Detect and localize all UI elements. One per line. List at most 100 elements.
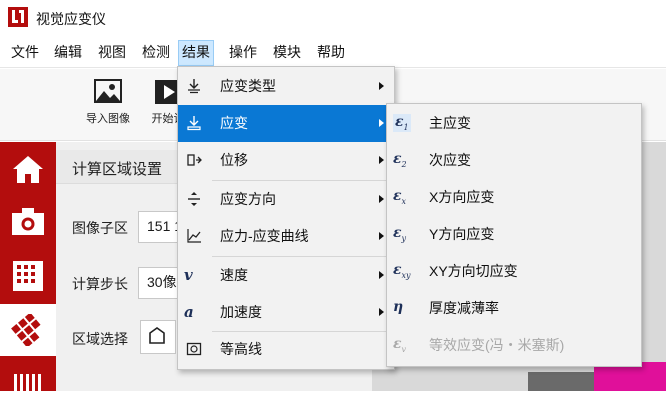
submenu-arrow-icon (379, 308, 384, 316)
grid-icon (13, 261, 43, 291)
mesh-icon (11, 314, 41, 346)
menu-operate[interactable]: 操作 (227, 40, 259, 64)
submenu-item-y-strain[interactable]: εy Y方向应变 (387, 216, 639, 253)
epsilon-2-icon: ε2 (393, 151, 407, 169)
sidebar-item-camera[interactable] (0, 196, 56, 248)
eta-symbol: η (393, 299, 404, 315)
region-polygon-button[interactable] (140, 320, 176, 354)
menu-detect[interactable]: 检测 (140, 40, 172, 64)
app-logo-icon (8, 7, 28, 27)
strain-type-icon (188, 79, 200, 94)
epsilon-symbol: ε (393, 262, 402, 278)
submenu-arrow-icon (379, 195, 384, 203)
image-import-icon (94, 79, 122, 103)
strain-icon (187, 116, 201, 131)
import-image-button[interactable]: 导入图像 (80, 75, 136, 137)
submenu-item-y-strain-label: Y方向应变 (429, 226, 495, 242)
stress-strain-curve-icon (187, 229, 201, 243)
subset-size-label: 图像子区 (72, 220, 128, 236)
epsilon-symbol: ε (395, 114, 404, 130)
canvas-image-region (528, 372, 594, 391)
epsilon-x-icon: εx (393, 188, 406, 206)
polygon-icon (149, 327, 165, 344)
menu-file[interactable]: 文件 (9, 40, 41, 64)
submenu-item-von-mises-strain: εv 等效应变(冯・米塞斯) (387, 327, 639, 364)
submenu-item-xy-shear-strain-label: XY方向切应变 (429, 263, 518, 279)
submenu-item-minor-strain[interactable]: ε2 次应变 (387, 142, 639, 179)
menu-item-strain-direction[interactable]: 应变方向 (178, 181, 392, 218)
menu-item-contour-label: 等高线 (220, 341, 262, 357)
home-icon (13, 156, 43, 183)
submenu-item-thinning-rate-label: 厚度减薄率 (429, 300, 499, 316)
strain-direction-icon (188, 192, 200, 206)
camera-icon (12, 208, 44, 235)
submenu-item-thinning-rate[interactable]: η 厚度减薄率 (387, 290, 639, 327)
menu-help[interactable]: 帮助 (315, 40, 347, 64)
submenu-item-x-strain-label: X方向应变 (429, 189, 495, 205)
submenu-item-major-strain[interactable]: ε1 主应变 (387, 105, 639, 142)
submenu-arrow-icon (379, 271, 384, 279)
menu-item-contour[interactable]: 等高线 (178, 331, 392, 368)
sidebar-item-bars[interactable] (0, 358, 56, 410)
epsilon-symbol: ε (393, 225, 402, 241)
region-select-label: 区域选择 (72, 331, 128, 347)
bars-icon (14, 374, 41, 398)
import-image-label: 导入图像 (86, 113, 130, 125)
menu-item-strain-type[interactable]: 应变类型 (178, 68, 392, 105)
submenu-item-xy-shear-strain[interactable]: εxy XY方向切应变 (387, 253, 639, 290)
title-bar: 视觉应变仪 (0, 0, 666, 36)
submenu-item-minor-strain-label: 次应变 (429, 152, 471, 168)
submenu-item-x-strain[interactable]: εx X方向应变 (387, 179, 639, 216)
menu-item-displacement[interactable]: 位移 (178, 142, 392, 179)
epsilon-symbol: ε (393, 188, 402, 204)
sidebar-item-mesh[interactable] (0, 304, 56, 356)
sidebar (0, 142, 56, 398)
strain-submenu: ε1 主应变 ε2 次应变 εx X方向应变 εy Y方向应变 εxy XY方向… (386, 103, 642, 367)
sidebar-item-home[interactable] (0, 144, 56, 196)
submenu-arrow-icon (379, 232, 384, 240)
menu-item-stress-strain-curve[interactable]: 应力-应变曲线 (178, 218, 392, 255)
menu-item-stress-strain-curve-label: 应力-应变曲线 (220, 228, 309, 244)
menu-item-strain-type-label: 应变类型 (220, 78, 276, 94)
panel-title: 计算区域设置 (72, 161, 163, 178)
menu-item-displacement-label: 位移 (220, 152, 248, 168)
epsilon-subscript: 2 (401, 159, 407, 169)
menu-item-acceleration-label: 加速度 (220, 304, 262, 320)
epsilon-v-icon: εv (393, 336, 406, 354)
sidebar-item-grid[interactable] (0, 250, 56, 302)
epsilon-xy-icon: εxy (393, 262, 411, 280)
menu-modules[interactable]: 模块 (271, 40, 303, 64)
epsilon-subscript: xy (401, 270, 411, 280)
menu-item-strain[interactable]: 应变 (178, 105, 392, 142)
step-size-label: 计算步长 (72, 276, 128, 292)
epsilon-symbol: ε (393, 336, 402, 352)
epsilon-y-icon: εy (393, 225, 406, 243)
velocity-icon: v (184, 266, 193, 284)
submenu-item-major-strain-label: 主应变 (429, 115, 471, 131)
contour-icon (186, 342, 202, 356)
menu-edit[interactable]: 编辑 (52, 40, 84, 64)
submenu-arrow-icon (379, 82, 384, 90)
displacement-icon (187, 154, 202, 166)
epsilon-1-icon: ε1 (393, 114, 411, 132)
epsilon-subscript: v (401, 344, 407, 354)
menu-item-acceleration[interactable]: a 加速度 (178, 294, 392, 331)
epsilon-subscript: y (401, 233, 407, 243)
results-menu: 应变类型 应变 位移 应变方向 应力-应变曲线 v 速度 a 加速度 等高线 (177, 66, 395, 370)
eta-icon: η (393, 299, 403, 315)
acceleration-icon: a (184, 303, 194, 321)
epsilon-subscript: 1 (403, 122, 409, 132)
submenu-arrow-icon (379, 156, 384, 164)
app-title: 视觉应变仪 (36, 11, 106, 27)
menu-view[interactable]: 视图 (96, 40, 128, 64)
submenu-arrow-icon (379, 119, 384, 127)
epsilon-symbol: ε (393, 151, 402, 167)
menu-item-strain-direction-label: 应变方向 (220, 191, 276, 207)
step-size-value: 30像 (147, 274, 177, 290)
menu-bar: 文件 编辑 视图 检测 结果 操作 模块 帮助 (0, 36, 666, 68)
epsilon-subscript: x (401, 196, 407, 206)
menu-item-velocity[interactable]: v 速度 (178, 257, 392, 294)
menu-item-velocity-label: 速度 (220, 267, 248, 283)
menu-results[interactable]: 结果 (178, 40, 214, 66)
submenu-item-von-mises-strain-label: 等效应变(冯・米塞斯) (429, 337, 565, 353)
